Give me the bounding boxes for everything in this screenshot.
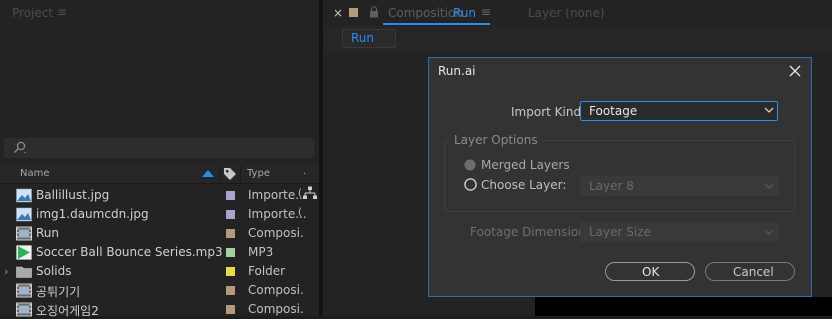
item-name: img1.daumcdn.jpg: [36, 207, 149, 221]
tab-layer[interactable]: Layer (none): [528, 6, 605, 20]
composition-navigator-bar: [323, 26, 832, 50]
project-item-row[interactable]: img1.daumcdn.jpg Importe... (: [0, 205, 319, 224]
footage-dimensions-value: Layer Size: [589, 225, 651, 239]
project-item-row[interactable]: 공튀기기 Composi.: [0, 281, 319, 300]
composition-tab-prefix[interactable]: Composition: [388, 6, 463, 20]
lock-icon[interactable]: [369, 6, 379, 18]
item-name: 오징어게임2: [36, 304, 99, 318]
close-icon[interactable]: [787, 63, 803, 79]
label-color-swatch[interactable]: [226, 305, 235, 314]
choose-layer-radio[interactable]: [464, 178, 477, 191]
active-tab-indicator: [383, 23, 490, 25]
label-color-swatch[interactable]: [226, 229, 235, 238]
cancel-button-label: Cancel: [733, 265, 774, 279]
layer-options-legend: Layer Options: [450, 133, 542, 147]
item-name: 공튀기기: [36, 285, 81, 299]
composition-icon: [16, 283, 32, 298]
item-name: Run: [36, 226, 60, 240]
column-header-type[interactable]: Type: [247, 168, 270, 179]
close-tab-icon[interactable]: ×: [333, 6, 343, 20]
item-type: Composi.: [248, 226, 304, 240]
dialog-titlebar[interactable]: [429, 58, 811, 87]
folder-icon: [16, 266, 32, 278]
item-type: Composi.: [248, 283, 304, 297]
project-item-row[interactable]: Ballillust.jpg Importe... (: [0, 186, 319, 205]
project-item-row[interactable]: Run Composi.: [0, 224, 319, 243]
item-type: MP3: [248, 245, 274, 259]
label-color-swatch[interactable]: [226, 286, 235, 295]
item-extra: (: [298, 188, 302, 199]
chevron-down-icon: [764, 229, 774, 235]
image-file-icon: [16, 207, 32, 222]
label-color-swatch[interactable]: [226, 210, 235, 219]
chevron-down-icon: [764, 183, 774, 189]
column-header-name[interactable]: Name: [20, 168, 50, 179]
panel-menu-icon[interactable]: ≡: [57, 5, 67, 19]
item-name: Solids: [36, 264, 72, 278]
choose-layer-value: Layer 8: [589, 179, 634, 193]
project-item-row[interactable]: Soccer Ball Bounce Series.mp3 MP3: [0, 243, 319, 262]
audio-file-icon: [16, 245, 32, 260]
footage-dimensions-label: Footage Dimensions:: [470, 225, 597, 239]
composition-tab-name[interactable]: Run: [453, 6, 476, 20]
item-name: Ballillust.jpg: [36, 188, 110, 202]
column-separator[interactable]: [219, 165, 220, 183]
project-item-row[interactable]: › Solids Folder: [0, 262, 319, 281]
composition-flow-tab-label: Run: [351, 31, 375, 45]
label-color-swatch[interactable]: [226, 191, 235, 200]
sort-ascending-icon[interactable]: [202, 170, 214, 177]
merged-layers-radio[interactable]: [464, 159, 476, 171]
merged-layers-label[interactable]: Merged Layers: [481, 158, 570, 172]
column-separator[interactable]: [240, 165, 241, 183]
item-type: Folder: [248, 264, 286, 278]
dialog-title: Run.ai: [438, 64, 476, 78]
chevron-down-icon: [764, 107, 774, 113]
project-panel-title[interactable]: Project: [12, 6, 53, 20]
composition-icon: [16, 226, 32, 241]
label-color-swatch[interactable]: [226, 248, 235, 257]
choose-layer-label[interactable]: Choose Layer:: [481, 178, 566, 192]
panel-menu-icon[interactable]: ≡: [481, 5, 491, 19]
ok-button-label: OK: [642, 265, 660, 279]
label-tag-icon[interactable]: [223, 167, 237, 181]
import-kind-value: Footage: [589, 104, 638, 118]
import-kind-label: Import Kind:: [511, 105, 586, 119]
column-header-extra[interactable]: .: [303, 166, 306, 177]
label-color-swatch[interactable]: [226, 267, 235, 276]
item-extra: (: [298, 207, 302, 218]
project-search-input[interactable]: [4, 138, 314, 158]
project-item-row[interactable]: 오징어게임2 Composi.: [0, 300, 319, 319]
search-icon[interactable]: [12, 141, 28, 155]
composition-icon: [16, 302, 32, 317]
item-type: Composi.: [248, 302, 304, 316]
expand-chevron-icon[interactable]: ›: [4, 265, 8, 278]
item-name: Soccer Ball Bounce Series.mp3: [36, 245, 223, 259]
composition-viewer[interactable]: [535, 297, 832, 316]
image-file-icon: [16, 188, 32, 203]
composition-label-swatch: [349, 8, 358, 17]
project-preview-area: [0, 26, 319, 130]
